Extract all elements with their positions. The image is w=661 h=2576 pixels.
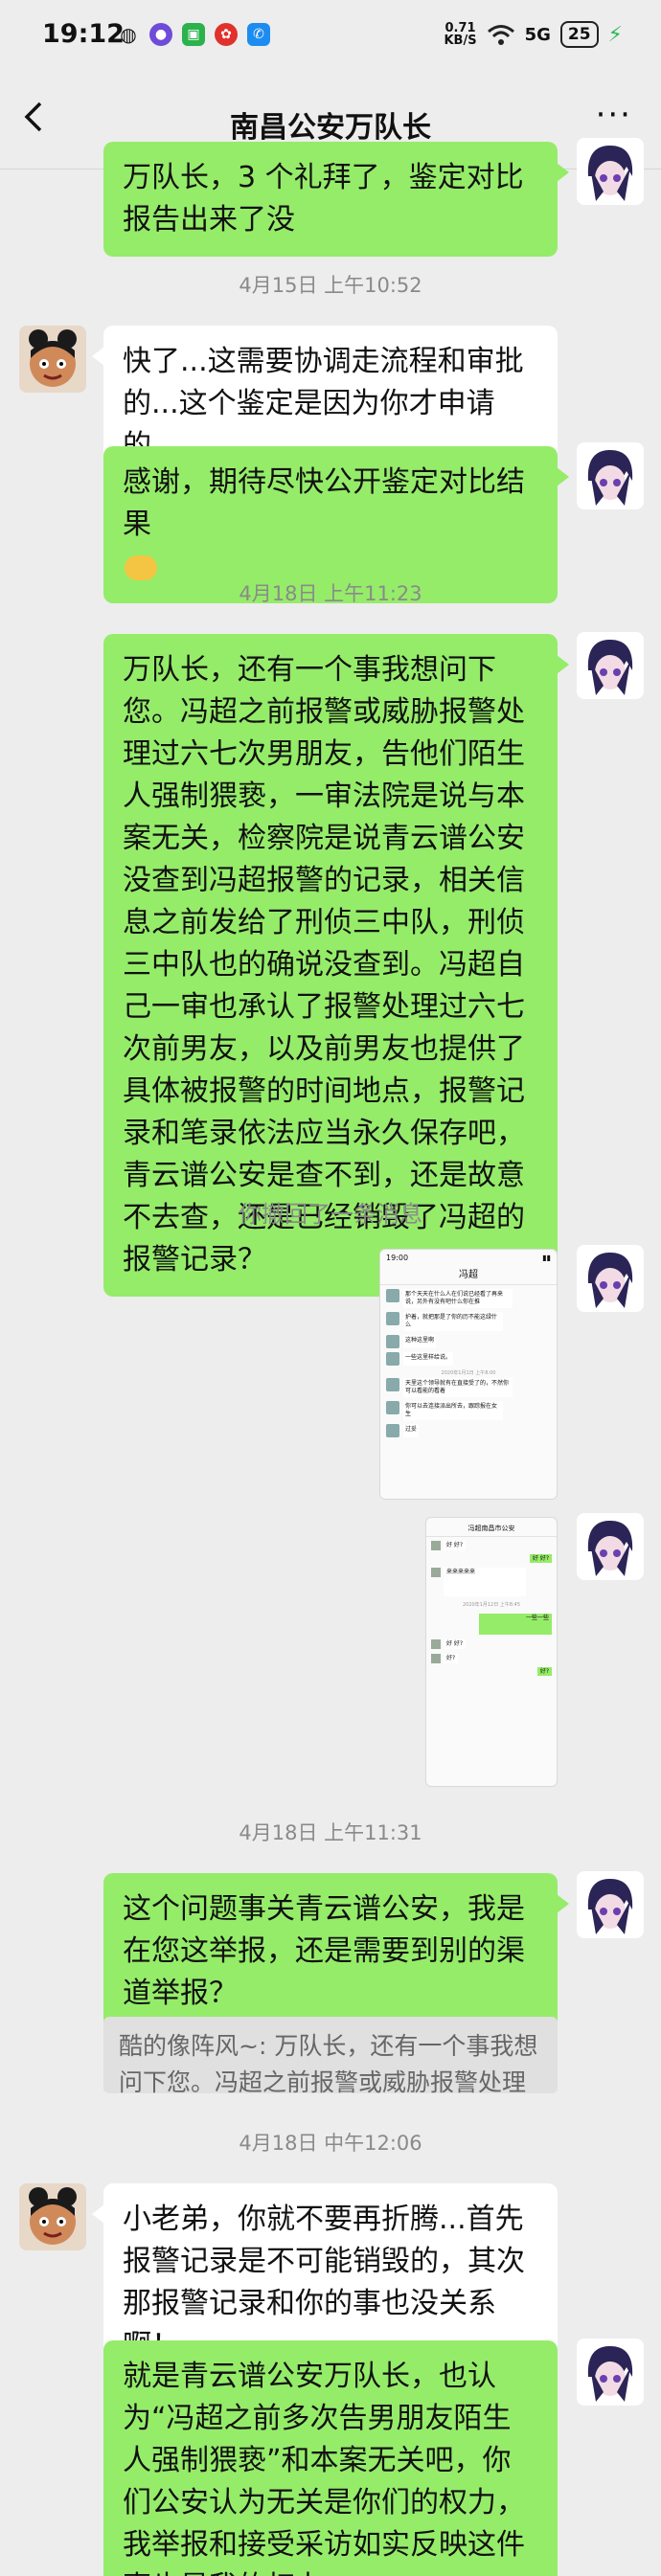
wifi-icon: [487, 25, 514, 45]
status-app-icons: ◍ ● ▣ ✿ ✆: [117, 23, 270, 46]
thumb-line: 天里这个领导就有在直接受了的，不然你可以看能的看着: [403, 1378, 513, 1397]
message-bubble-outgoing[interactable]: 就是青云谱公安万队长，也认为“冯超之前多次告男朋友陌生人强制猥亵”和本案无关吧，…: [103, 2340, 558, 2576]
message-bubble-outgoing[interactable]: 万队长，3 个礼拜了，鉴定对比报告出来了没: [103, 142, 569, 257]
thumb-line: 这种这里啊: [403, 1335, 437, 1348]
weibo-icon: ◍: [120, 23, 137, 46]
avatar-contact[interactable]: [19, 326, 86, 393]
wechat-icon: ▣: [182, 23, 205, 46]
image-message-screenshot[interactable]: 冯超南昌市公安 好 好? 好 好? 来来来来来 2020年1月12日 上午8:4…: [425, 1517, 558, 1787]
quoted-message[interactable]: 酷的像阵风~: 万队长，还有一个事我想问下您。冯超之前报警或威胁报警处理过六..…: [103, 2017, 558, 2093]
thumb-line: 过妥: [403, 1424, 420, 1437]
status-time: 19:12: [42, 19, 125, 49]
more-icon[interactable]: ···: [596, 96, 632, 134]
thumb-line: 好?: [536, 1667, 552, 1676]
huawei-icon: ✿: [215, 23, 238, 46]
avatar-self[interactable]: [577, 1871, 644, 1938]
thumb-line: 好 好?: [529, 1554, 552, 1563]
avatar-self[interactable]: [577, 1245, 644, 1312]
image-message-screenshot[interactable]: 19:00 ▮▮ 冯超 那个天天在什么人在们说已经看了再来说，另外有没有吧什么你在…: [379, 1249, 558, 1500]
thumb-line: 你可以去连接派出所去，跟踪报在女生: [403, 1401, 503, 1420]
charging-icon: ⚡: [607, 22, 623, 47]
net-speed: 0.71 KB/S: [444, 21, 477, 48]
message-text: 就是青云谱公安万队长，也认为“冯超之前多次告男朋友陌生人强制猥亵”和本案无关吧，…: [123, 2360, 525, 2576]
avatar-self[interactable]: [577, 2339, 644, 2406]
thumb-title: 冯超南昌市公安: [426, 1518, 557, 1537]
avatar-self[interactable]: [577, 442, 644, 509]
timestamp: 4月18日 中午12:06: [239, 2132, 422, 2155]
timestamp: 4月18日 上午11:31: [239, 1821, 422, 1844]
timestamp: 4月15日 上午10:52: [239, 274, 422, 297]
thumb-date: 2020年1月12日 上午8:45: [462, 1602, 521, 1608]
message-text: 感谢，期待尽快公开鉴定对比结果: [123, 465, 525, 541]
thumb-line: 好?: [444, 1654, 459, 1663]
battery-indicator: 25: [559, 21, 599, 48]
recall-notice: 你撤回了一条消息: [239, 1201, 422, 1228]
message-bubble-outgoing[interactable]: 这个问题事关青云谱公安，我是在您这举报，还是需要到别的渠道举报？: [103, 1873, 569, 2030]
thumb-line: 护着，就把那是了你的历不能这绿什么: [403, 1312, 503, 1331]
avatar-self[interactable]: [577, 1513, 644, 1580]
timestamp: 4月18日 上午11:23: [239, 582, 422, 605]
thumb-line: 好 好?: [444, 1541, 467, 1550]
thumb-line: 来来来来来: [444, 1568, 526, 1596]
handshake-emoji-icon: [125, 554, 157, 580]
signal-icon: 5G: [524, 24, 551, 45]
status-bar: 19:12 ◍ ● ▣ ✿ ✆ 0.71 KB/S 5G 25 ⚡: [0, 0, 661, 77]
avatar-self[interactable]: [577, 632, 644, 699]
thumb-line: 那个天天在什么人在们说已经看了再来说，另外有没有吧什么你在推: [403, 1289, 513, 1308]
status-right: 0.71 KB/S 5G 25 ⚡: [444, 21, 623, 48]
thumb-date: 2020年1月1日 上午8:00: [441, 1370, 496, 1376]
thumb-line: 一些一些: [479, 1614, 552, 1635]
phone-icon: ✆: [247, 23, 270, 46]
thumb-line: 好 好?: [444, 1639, 467, 1649]
app-icon: ●: [149, 23, 172, 46]
thumb-title: 冯超: [380, 1266, 557, 1285]
thumb-statusbar: 19:00 ▮▮: [386, 1254, 551, 1262]
thumb-line: 一些这里样给说。: [403, 1352, 454, 1366]
chat-title: 南昌公安万队长: [230, 111, 431, 145]
avatar-self[interactable]: [577, 138, 644, 205]
avatar-contact[interactable]: [19, 2183, 86, 2250]
